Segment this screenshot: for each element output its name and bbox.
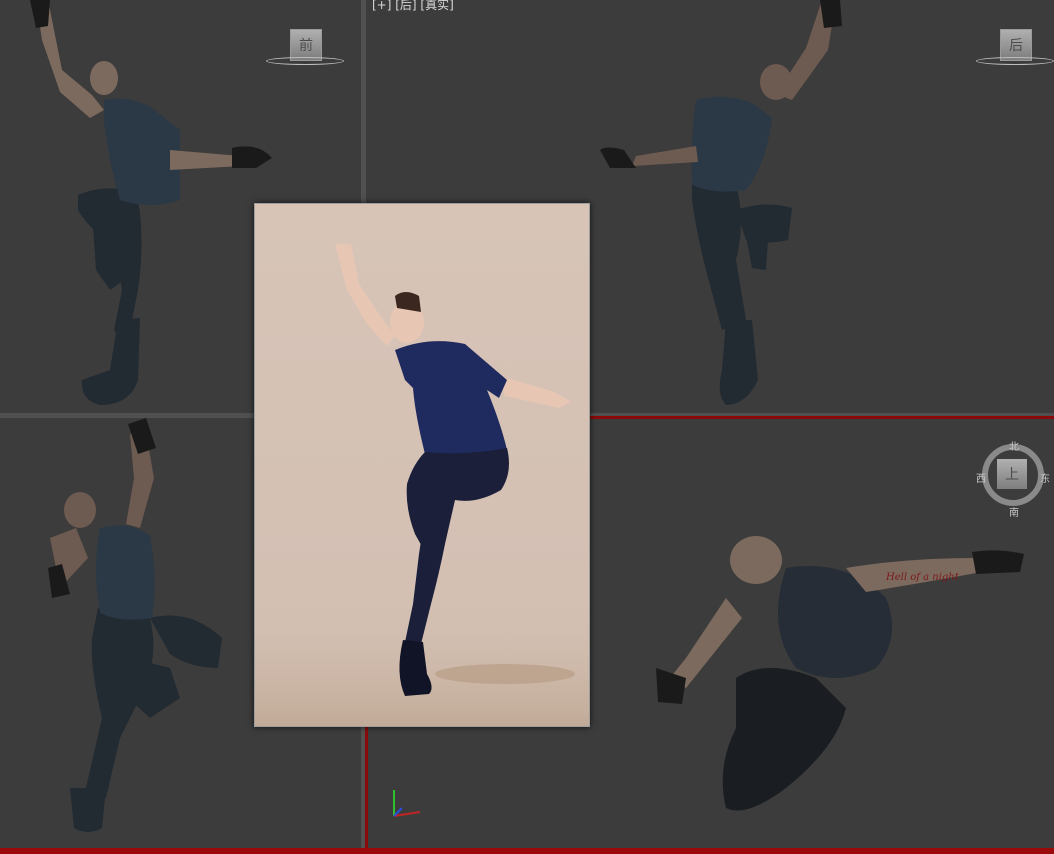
dancer-model-back bbox=[600, 0, 842, 405]
viewport-label[interactable]: [+] [后] [真实] bbox=[372, 0, 454, 13]
tattoo-text: Hell of a night bbox=[885, 572, 960, 583]
compass-west: 西 bbox=[976, 474, 986, 485]
dancer-model-front bbox=[30, 0, 272, 405]
status-bar-edge bbox=[0, 848, 1054, 854]
compass-north: 北 bbox=[1009, 442, 1019, 453]
dancer-model-left bbox=[48, 418, 222, 832]
viewcube-top-icon[interactable]: 上 bbox=[997, 459, 1027, 489]
viewcube-back-icon[interactable]: 后 bbox=[976, 26, 1054, 76]
compass-ring-icon[interactable]: 上 北 南 东 西 bbox=[976, 438, 1050, 519]
dancer-model-top: Hell of a night bbox=[656, 536, 1024, 811]
compass-south: 南 bbox=[1009, 508, 1019, 519]
reference-dancer bbox=[255, 244, 589, 726]
viewcube-ring[interactable] bbox=[976, 57, 1054, 65]
axis-gizmo-icon bbox=[393, 790, 421, 817]
compass-east: 东 bbox=[1040, 474, 1050, 485]
reference-photo[interactable] bbox=[254, 203, 590, 727]
